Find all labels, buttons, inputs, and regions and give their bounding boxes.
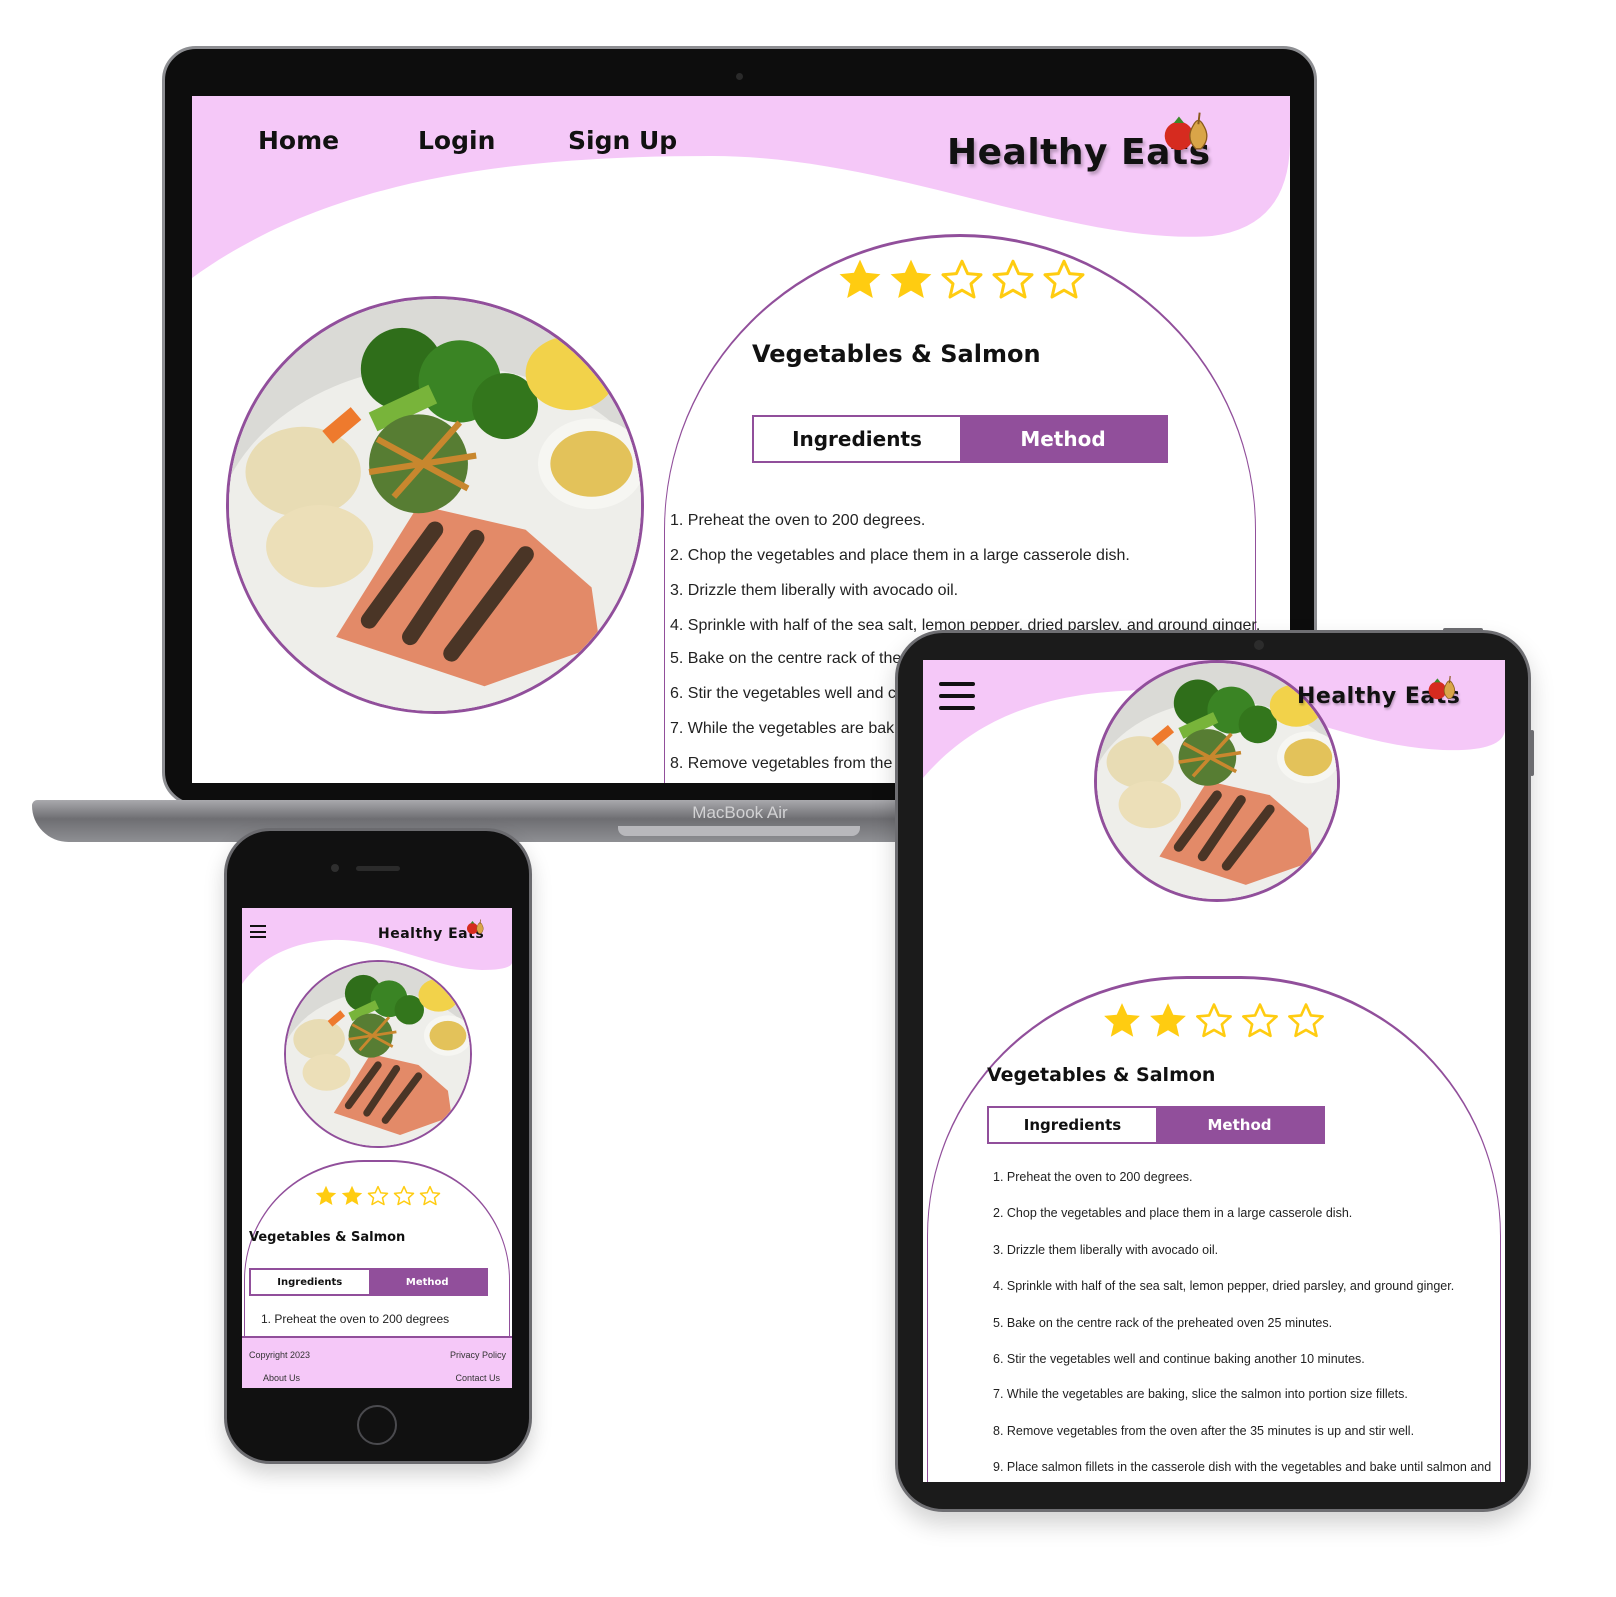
method-step: 7. While the vegetables are baking, slic… [993,1387,1408,1401]
star-outline-icon[interactable] [1285,1000,1327,1042]
method-step: 3. Drizzle them liberally with avocado o… [670,582,959,599]
phone-footer: Copyright 2023 Privacy Policy About Us C… [242,1336,512,1388]
star-filled-icon[interactable] [836,256,884,304]
tablet-screen: Healthy Eats Vegetables & Salmon Ingredi… [923,660,1505,1482]
star-outline-icon[interactable] [366,1184,390,1208]
star-outline-icon[interactable] [1193,1000,1235,1042]
vegetable-logo-icon [466,918,486,936]
recipe-title: Vegetables & Salmon [987,1064,1216,1086]
method-step: 1. Preheat the oven to 200 degrees. [993,1170,1193,1184]
star-outline-icon[interactable] [392,1184,416,1208]
recipe-tab-toggle: Ingredients Method [987,1106,1325,1144]
camera-icon [331,864,339,872]
method-step: 4. Sprinkle with half of the sea salt, l… [993,1279,1455,1293]
method-step: 1. Preheat the oven to 200 degrees [261,1312,450,1326]
tab-method[interactable]: Method [960,417,1166,461]
tablet-top-button [1443,628,1483,632]
nav-home-link[interactable]: Home [258,126,339,155]
laptop-header-shape [192,96,1290,278]
star-filled-icon[interactable] [1147,1000,1189,1042]
footer-contact-link[interactable]: Contact Us [455,1373,500,1383]
tablet-side-button [1530,730,1534,776]
recipe-image [226,296,644,714]
phone-speaker [356,866,400,871]
star-outline-icon[interactable] [989,256,1037,304]
star-filled-icon[interactable] [314,1184,338,1208]
method-step: 6. Stir the vegetables well and continue… [993,1352,1365,1366]
home-button-icon[interactable] [357,1405,397,1445]
star-filled-icon[interactable] [340,1184,364,1208]
laptop-hinge-notch [618,826,860,836]
tab-ingredients[interactable]: Ingredients [251,1270,369,1294]
method-step: 5. Bake on the centre rack of the prehea… [993,1316,1333,1330]
tab-ingredients[interactable]: Ingredients [989,1108,1156,1142]
star-filled-icon[interactable] [887,256,935,304]
footer-about-link[interactable]: About Us [263,1373,300,1383]
laptop-device-label: MacBook Air [692,803,788,822]
star-outline-icon[interactable] [418,1184,442,1208]
camera-icon [1254,640,1264,650]
footer-privacy-link[interactable]: Privacy Policy [450,1350,506,1360]
recipe-tab-toggle: Ingredients Method [249,1268,488,1296]
hamburger-menu-icon[interactable] [939,682,975,710]
star-outline-icon[interactable] [1239,1000,1281,1042]
method-step: 2. Chop the vegetables and place them in… [993,1206,1353,1220]
vegetable-logo-icon [1427,674,1459,702]
tab-method[interactable]: Method [1156,1108,1323,1142]
recipe-tab-toggle: Ingredients Method [752,415,1168,463]
laptop-camera [736,73,743,80]
method-step: 8. Remove vegetables from the oven after… [993,1424,1415,1438]
phone-screen: Healthy Eats Vegetables & Salmon Ingredi… [242,908,512,1388]
recipe-title: Vegetables & Salmon [752,340,1041,368]
method-step: 9. Place salmon fillets in the casserole… [993,1460,1492,1474]
method-step: 1. Preheat the oven to 200 degrees. [670,512,926,529]
method-step: 3. Drizzle them liberally with avocado o… [993,1243,1219,1257]
vegetable-logo-icon [1162,110,1214,154]
tab-method[interactable]: Method [368,1270,486,1294]
footer-copyright: Copyright 2023 [249,1350,311,1360]
star-outline-icon[interactable] [938,256,986,304]
nav-login-link[interactable]: Login [418,126,495,155]
hamburger-menu-icon[interactable] [250,925,266,938]
method-steps-list: 1. Preheat the oven to 200 degrees. 2. C… [993,1170,1491,1482]
star-rating[interactable] [314,1184,442,1208]
star-rating[interactable] [1101,1000,1327,1042]
method-steps-list: 1. Preheat the oven to 200 degrees [261,1312,449,1326]
recipe-title: Vegetables & Salmon [249,1230,406,1245]
star-filled-icon[interactable] [1101,1000,1143,1042]
method-step: 2. Chop the vegetables and place them in… [670,547,1130,564]
nav-signup-link[interactable]: Sign Up [568,126,677,155]
tab-ingredients[interactable]: Ingredients [754,417,960,461]
recipe-image [284,960,472,1148]
star-rating[interactable] [836,256,1088,304]
star-outline-icon[interactable] [1040,256,1088,304]
